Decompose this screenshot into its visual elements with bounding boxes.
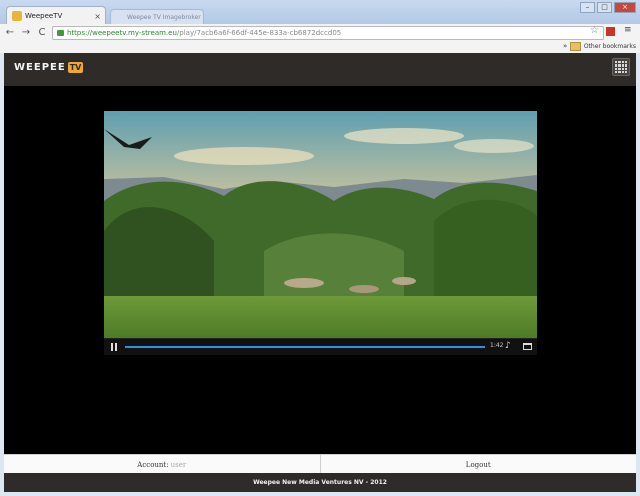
- url-host: https://weepeetv.my-stream.eu: [67, 29, 177, 37]
- tab-title: WeepeeTV: [25, 12, 63, 20]
- bookmark-star-icon[interactable]: ☆: [590, 25, 599, 36]
- fullscreen-icon[interactable]: [523, 343, 532, 350]
- extension-icon[interactable]: [606, 27, 615, 36]
- account-label: Account:: [137, 460, 169, 469]
- account-section[interactable]: Account: user: [4, 455, 321, 474]
- window-controls: – □ ×: [580, 2, 636, 13]
- player-stage: 1:42 ♪: [4, 86, 636, 454]
- weepee-logo[interactable]: WEEPEE TV: [14, 62, 84, 73]
- site-header: WEEPEE TV: [4, 53, 636, 86]
- address-bar[interactable]: https://weepeetv.my-stream.eu/play/7acb6…: [52, 25, 604, 40]
- logo-badge: TV: [67, 62, 84, 73]
- other-bookmarks-folder[interactable]: Other bookmarks: [569, 42, 636, 51]
- pause-icon[interactable]: [111, 343, 117, 351]
- weepee-favicon-icon: [12, 11, 22, 21]
- channel-grid-icon[interactable]: [612, 58, 630, 76]
- video-controls: 1:42 ♪: [104, 338, 537, 355]
- seek-progress: [125, 346, 485, 348]
- account-bar: Account: user Logout: [4, 454, 636, 474]
- browser-toolbar: ← → C https://weepeetv.my-stream.eu/play…: [0, 24, 640, 42]
- logo-text: WEEPEE: [14, 62, 66, 73]
- account-username: user: [170, 460, 187, 469]
- chrome-menu-icon[interactable]: ≡: [624, 25, 632, 35]
- close-window-icon[interactable]: ×: [614, 2, 636, 13]
- window-frame-bottom: [0, 492, 640, 496]
- copyright-text: Weepee New Media Ventures NV - 2012: [253, 479, 387, 486]
- video-landscape-image: [104, 111, 537, 339]
- bookmarks-overflow-icon[interactable]: »: [563, 42, 567, 50]
- forward-icon[interactable]: →: [20, 25, 32, 40]
- window-frame-right: [636, 53, 640, 496]
- lock-icon: [57, 30, 64, 36]
- volume-icon[interactable]: ♪: [505, 341, 511, 351]
- browser-titlebar: WeepeeTV × Weepee TV Imagebroker – □ ×: [0, 0, 640, 25]
- time-label: 1:42: [490, 342, 504, 349]
- maximize-icon[interactable]: □: [597, 2, 612, 13]
- copyright-footer: Weepee New Media Ventures NV - 2012: [4, 473, 636, 492]
- browser-tab-active[interactable]: WeepeeTV ×: [6, 6, 106, 25]
- url-text: https://weepeetv.my-stream.eu/play/7acb6…: [67, 29, 341, 37]
- tab2-title: Weepee TV Imagebroker: [127, 14, 201, 21]
- url-path: /play/7acb6a6f-66df-445e-833a-cb6872dccd…: [176, 29, 342, 37]
- folder-icon: [569, 42, 581, 51]
- browser-tab-inactive[interactable]: Weepee TV Imagebroker: [110, 9, 204, 25]
- seek-bar[interactable]: [125, 346, 485, 348]
- logout-label: Logout: [465, 460, 491, 469]
- back-icon[interactable]: ←: [4, 25, 16, 40]
- video-frame[interactable]: [104, 111, 537, 339]
- minimize-icon[interactable]: –: [580, 2, 595, 13]
- other-bookmarks-label: Other bookmarks: [583, 43, 636, 50]
- reload-icon[interactable]: C: [36, 25, 48, 40]
- logout-button[interactable]: Logout: [321, 455, 637, 474]
- tab-close-icon[interactable]: ×: [94, 12, 101, 21]
